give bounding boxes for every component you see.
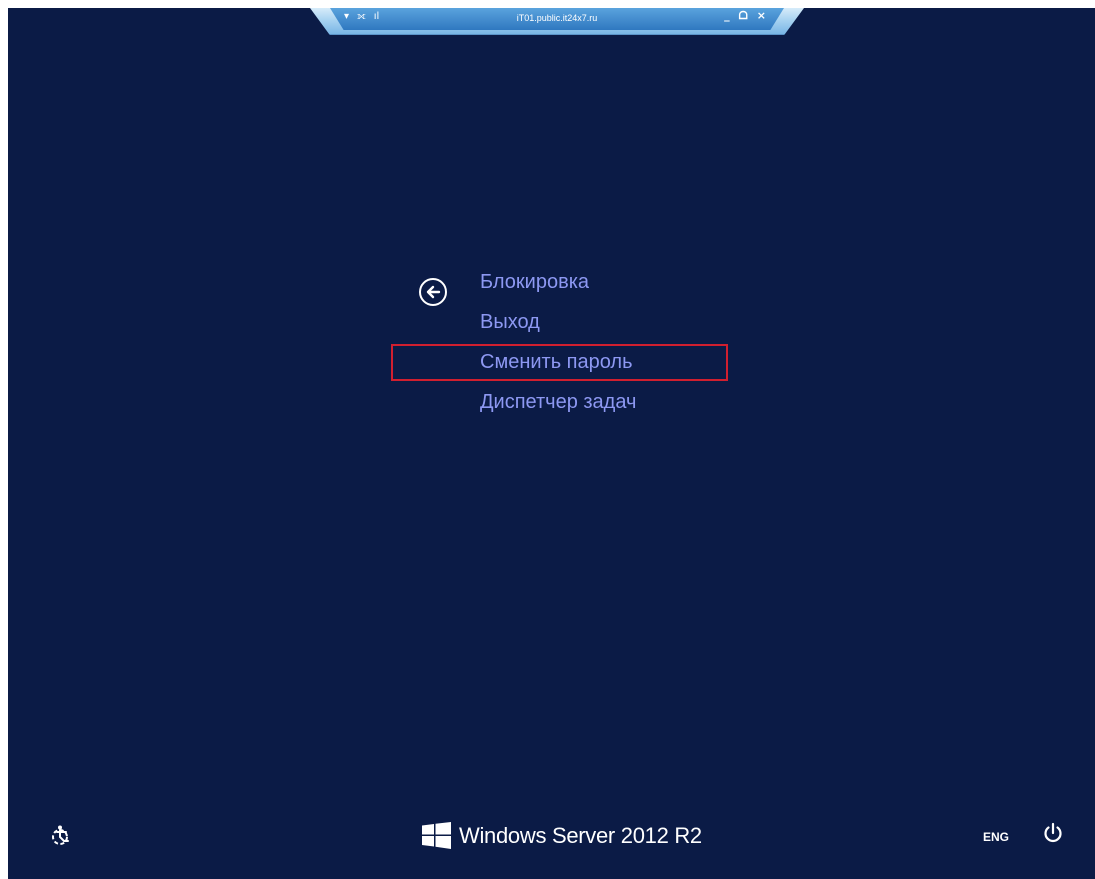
- lock-options-screen: ▾ ⟗ ıl iT01.public.it24x7.ru _ ᗝ × Блоки…: [8, 8, 1095, 879]
- back-arrow-icon: [426, 285, 441, 299]
- brand-text: Windows Server 2012 R2: [459, 822, 702, 848]
- menu-item-lock[interactable]: Блокировка: [480, 267, 636, 307]
- restore-button[interactable]: ᗝ: [739, 9, 748, 23]
- rdp-bar-inner: ▾ ⟗ ıl iT01.public.it24x7.ru _ ᗝ ×: [330, 8, 784, 30]
- windows-logo-icon: [422, 822, 451, 849]
- back-button[interactable]: [419, 278, 447, 306]
- rdp-title: iT01.public.it24x7.ru: [516, 13, 598, 23]
- highlight-box: [391, 344, 728, 381]
- windows-server-brand: Windows Server 2012 R2: [422, 822, 702, 849]
- menu-item-task-manager[interactable]: Диспетчер задач: [480, 387, 636, 427]
- power-icon[interactable]: [1042, 822, 1064, 844]
- rdp-window-controls: _ ᗝ ×: [724, 9, 766, 23]
- menu-item-sign-out[interactable]: Выход: [480, 307, 636, 347]
- minimize-button[interactable]: _: [724, 9, 730, 23]
- ease-of-access-icon[interactable]: [50, 824, 74, 848]
- language-indicator[interactable]: ENG: [983, 830, 1009, 844]
- close-button[interactable]: ×: [757, 9, 766, 23]
- rdp-connection-bar: ▾ ⟗ ıl iT01.public.it24x7.ru _ ᗝ ×: [310, 8, 804, 35]
